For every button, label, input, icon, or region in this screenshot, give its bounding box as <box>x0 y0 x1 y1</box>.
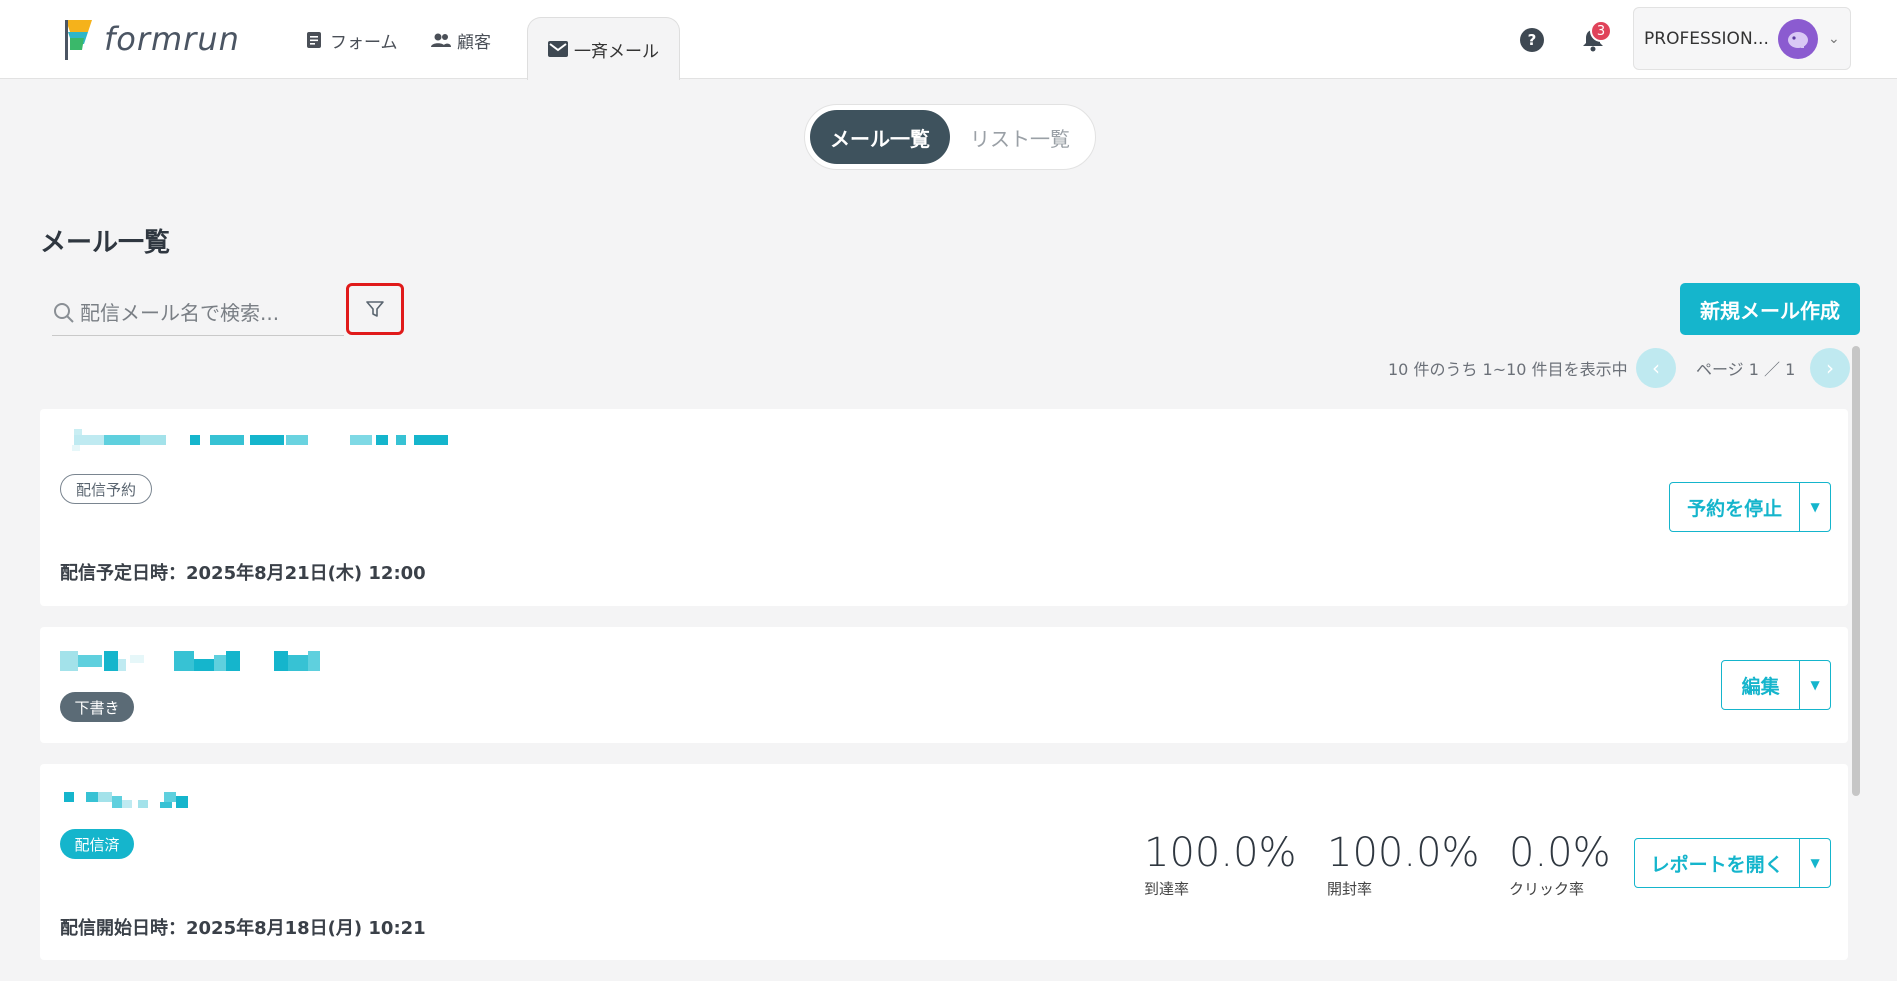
search-box <box>52 290 344 336</box>
nav-forms[interactable]: フォーム <box>304 26 398 54</box>
view-toggle: メール一覧 リスト一覧 <box>804 104 1096 170</box>
account-name: PROFESSION... <box>1644 28 1769 49</box>
search-icon <box>54 302 74 323</box>
tab-list-list[interactable]: リスト一覧 <box>950 110 1090 164</box>
people-icon <box>431 30 451 50</box>
pager-page: ページ 1 ／ 1 <box>1696 360 1796 379</box>
nav-bulk-mail-label: 一斉メール <box>574 41 659 62</box>
mail-card[interactable]: 配信済 配信開始日時：2025年8月18日(月) 10:21 100.0% 到達… <box>40 764 1848 960</box>
status-badge: 配信済 <box>60 829 134 859</box>
avatar <box>1778 18 1818 59</box>
delivery-rate-stat: 100.0% 到達率 <box>1144 830 1297 899</box>
click-rate-label: クリック率 <box>1509 880 1585 898</box>
open-rate-stat: 100.0% 開封率 <box>1327 830 1480 899</box>
status-badge: 配信予約 <box>60 474 152 504</box>
chevron-right-icon: › <box>1826 356 1834 380</box>
mail-icon <box>548 39 568 59</box>
delivery-rate-value: 100.0% <box>1144 830 1297 876</box>
status-badge: 下書き <box>60 692 134 722</box>
edit-split-button: 編集 ▼ <box>1721 660 1831 710</box>
caret-down-icon[interactable]: ▼ <box>1800 483 1830 531</box>
chevron-down-icon: ⌄ <box>1828 30 1840 47</box>
mail-card[interactable]: 配信予約 配信予定日時：2025年8月21日(木) 12:00 予約を停止 ▼ <box>40 409 1848 606</box>
filter-icon <box>366 301 384 317</box>
new-mail-button[interactable]: 新規メール作成 <box>1680 283 1860 335</box>
pager-summary: 10 件のうち 1~10 件目を表示中 <box>1388 360 1628 379</box>
nav-customers[interactable]: 顧客 <box>431 26 491 54</box>
scheduled-datetime: 配信予定日時：2025年8月21日(木) 12:00 <box>60 563 426 584</box>
click-rate-value: 0.0% <box>1509 830 1611 876</box>
logo-text: formrun <box>104 20 240 58</box>
caret-down-icon[interactable]: ▼ <box>1800 661 1830 709</box>
mail-title-redacted <box>60 429 540 451</box>
open-report-split-button: レポートを開く ▼ <box>1634 838 1831 888</box>
chevron-left-icon: ‹ <box>1652 356 1660 380</box>
account-menu[interactable]: PROFESSION... ⌄ <box>1633 7 1851 70</box>
delivery-rate-label: 到達率 <box>1144 880 1190 898</box>
nav-forms-label: フォーム <box>330 32 398 53</box>
stop-schedule-split-button: 予約を停止 ▼ <box>1669 482 1831 532</box>
scrollbar[interactable] <box>1852 346 1860 796</box>
mail-card[interactable]: 下書き 編集 ▼ <box>40 627 1848 743</box>
help-icon[interactable]: ? <box>1520 28 1544 52</box>
click-rate-stat: 0.0% クリック率 <box>1509 830 1611 899</box>
stop-schedule-button[interactable]: 予約を停止 <box>1670 483 1801 531</box>
open-rate-value: 100.0% <box>1327 830 1480 876</box>
next-page-button[interactable]: › <box>1810 348 1850 388</box>
tab-mail-list[interactable]: メール一覧 <box>810 110 950 164</box>
formrun-logo[interactable]: formrun <box>62 18 252 60</box>
search-input[interactable] <box>80 300 340 325</box>
notification-badge: 3 <box>1590 20 1612 42</box>
form-icon <box>304 30 324 50</box>
mail-title-redacted <box>60 651 340 671</box>
edit-button[interactable]: 編集 <box>1722 661 1801 709</box>
top-header: formrun フォーム 顧客 一斉メール ? 3 PROFESSION... … <box>0 0 1897 80</box>
prev-page-button[interactable]: ‹ <box>1636 348 1676 388</box>
open-report-button[interactable]: レポートを開く <box>1635 839 1801 887</box>
mail-title-redacted <box>60 792 220 812</box>
nav-customers-label: 顧客 <box>457 32 491 53</box>
formrun-flag-icon <box>65 20 92 60</box>
open-rate-label: 開封率 <box>1327 880 1373 898</box>
page-title: メール一覧 <box>40 228 171 258</box>
caret-down-icon[interactable]: ▼ <box>1800 839 1830 887</box>
nav-bulk-mail[interactable]: 一斉メール <box>527 17 680 80</box>
sent-datetime: 配信開始日時：2025年8月18日(月) 10:21 <box>60 918 426 939</box>
filter-button[interactable] <box>346 283 404 335</box>
